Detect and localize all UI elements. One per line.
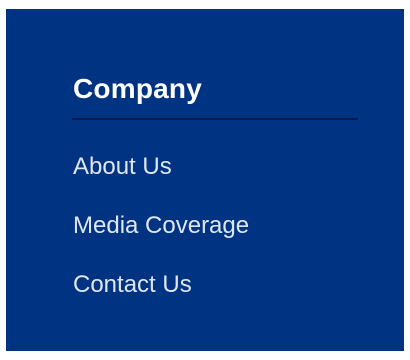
company-heading: Company: [73, 73, 202, 104]
company-links-panel: Company About Us Media Coverage Contact …: [6, 9, 404, 351]
about-us-link[interactable]: About Us: [73, 147, 172, 187]
list-item: About Us: [73, 147, 249, 206]
media-coverage-link[interactable]: Media Coverage: [73, 206, 249, 246]
heading-divider: [72, 118, 358, 120]
company-links-list: About Us Media Coverage Contact Us: [73, 147, 249, 324]
list-item: Media Coverage: [73, 206, 249, 265]
list-item: Contact Us: [73, 265, 249, 324]
contact-us-link[interactable]: Contact Us: [73, 265, 192, 305]
